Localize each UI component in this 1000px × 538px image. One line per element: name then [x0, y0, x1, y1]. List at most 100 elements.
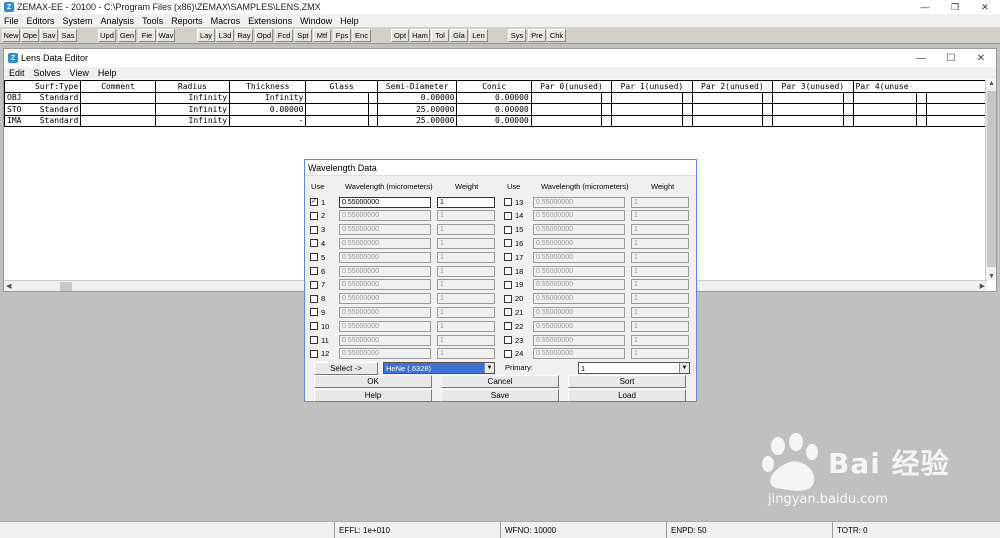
wavelength-input[interactable]: 0.55000000 [339, 196, 431, 208]
use-checkbox[interactable] [310, 308, 318, 317]
par-cell[interactable] [925, 91, 987, 104]
use-checkbox[interactable] [310, 253, 318, 262]
weight-input[interactable]: 1 [437, 334, 495, 346]
wavelength-input[interactable]: 0.55000000 [339, 334, 431, 346]
use-checkbox[interactable] [504, 253, 512, 262]
close-button[interactable]: ✕ [970, 0, 1000, 14]
par-cell[interactable] [691, 114, 764, 127]
weight-input[interactable]: 1 [631, 279, 689, 291]
minimize-button[interactable]: — [910, 0, 940, 14]
wavelength-input[interactable]: 0.55000000 [339, 320, 431, 332]
weight-input[interactable]: 1 [437, 279, 495, 291]
surf-type-cell[interactable]: IMA Standard [4, 114, 82, 127]
weight-input[interactable]: 1 [631, 224, 689, 236]
par-cell[interactable] [530, 91, 603, 104]
wavelength-input[interactable]: 0.55000000 [339, 306, 431, 318]
weight-input[interactable]: 1 [437, 348, 495, 360]
semi-diameter-cell[interactable]: 0.00000 [376, 91, 458, 104]
conic-cell[interactable]: 0.00000 [456, 91, 532, 104]
solve-cell[interactable] [916, 114, 927, 127]
wavelength-input[interactable]: 0.55000000 [533, 251, 625, 263]
thickness-cell[interactable]: 0.00000 [229, 103, 307, 116]
par-cell[interactable] [772, 114, 844, 127]
wavelength-input[interactable]: 0.55000000 [533, 279, 625, 291]
chevron-down-icon[interactable]: ▼ [484, 363, 494, 373]
wavelength-input[interactable]: 0.55000000 [339, 251, 431, 263]
wavelength-input[interactable]: 0.55000000 [339, 237, 431, 249]
toolbar-button-fps[interactable]: Fps [333, 29, 351, 42]
use-checkbox[interactable]: ✓ [310, 198, 318, 206]
scroll-right-icon[interactable]: ▶ [980, 282, 985, 290]
toolbar-button-check[interactable]: Chk [547, 29, 566, 42]
toolbar-button-update[interactable]: Upd [98, 29, 116, 42]
toolbar-button-ray-fan[interactable]: Ray [235, 29, 253, 42]
wavelength-input[interactable]: 0.55000000 [533, 237, 625, 249]
chevron-down-icon[interactable]: ▼ [679, 363, 689, 373]
weight-input[interactable]: 1 [437, 265, 495, 277]
use-checkbox[interactable] [504, 198, 512, 206]
table-row[interactable]: OBJ Standard Infinity Infinity 0.00000 0.… [4, 91, 987, 104]
menu-file[interactable]: File [4, 16, 19, 26]
use-checkbox[interactable] [504, 322, 512, 331]
weight-input[interactable]: 1 [437, 237, 495, 249]
thickness-cell[interactable]: Infinity [229, 91, 307, 104]
lde-maximize-button[interactable]: ☐ [936, 49, 966, 67]
toolbar-button-general[interactable]: Gen [118, 29, 136, 42]
conic-cell[interactable]: 0.00000 [456, 114, 532, 127]
conic-cell[interactable]: 0.00000 [456, 103, 532, 116]
use-checkbox[interactable] [310, 211, 318, 220]
weight-input[interactable]: 1 [631, 237, 689, 249]
solve-cell[interactable] [681, 103, 693, 116]
solve-cell[interactable] [916, 103, 927, 116]
par-cell[interactable] [611, 103, 683, 116]
toolbar-button-wavelength[interactable]: Wav [157, 29, 175, 42]
lde-minimize-button[interactable]: — [906, 49, 936, 67]
weight-input[interactable]: 1 [631, 293, 689, 305]
scroll-down-icon[interactable]: ▼ [988, 273, 995, 280]
surf-type-cell[interactable]: STO Standard [4, 103, 82, 116]
use-checkbox[interactable] [310, 280, 318, 289]
toolbar-button-open[interactable]: Ope [21, 29, 39, 42]
solve-cell[interactable] [842, 114, 854, 127]
weight-input[interactable]: 1 [631, 348, 689, 360]
wavelength-input[interactable]: 0.55000000 [339, 279, 431, 291]
par-cell[interactable] [611, 114, 683, 127]
par-cell[interactable] [530, 103, 603, 116]
weight-input[interactable]: 1 [631, 334, 689, 346]
weight-input[interactable]: 1 [631, 306, 689, 318]
lde-vertical-scrollbar[interactable]: ▲ ▼ [985, 80, 996, 280]
scroll-thumb[interactable] [60, 282, 72, 291]
toolbar-button-new[interactable]: New [2, 29, 20, 42]
solve-cell[interactable] [762, 103, 774, 116]
weight-input[interactable]: 1 [437, 306, 495, 318]
glass-cell[interactable] [305, 91, 369, 104]
weight-input[interactable]: 1 [631, 251, 689, 263]
toolbar-button-field[interactable]: Fie [138, 29, 156, 42]
weight-input[interactable]: 1 [437, 320, 495, 332]
weight-input[interactable]: 1 [437, 210, 495, 222]
use-checkbox[interactable] [504, 280, 512, 289]
scroll-left-icon[interactable]: ◀ [6, 282, 11, 290]
glass-cell[interactable] [305, 103, 369, 116]
lde-menu-edit[interactable]: Edit [9, 68, 25, 78]
ok-button[interactable]: OK [314, 375, 432, 388]
use-checkbox[interactable] [310, 239, 318, 248]
toolbar-button-sys[interactable]: Sys [508, 29, 526, 42]
use-checkbox[interactable] [310, 322, 318, 331]
par-cell[interactable] [852, 91, 918, 104]
glass-cell[interactable] [305, 114, 369, 127]
toolbar-button-save[interactable]: Sav [40, 29, 58, 42]
weight-input[interactable]: 1 [437, 251, 495, 263]
wavelength-input[interactable]: 0.55000000 [339, 348, 431, 360]
surf-type-cell[interactable]: OBJ Standard [4, 91, 82, 104]
solve-cell[interactable] [601, 103, 613, 116]
load-button[interactable]: Load [568, 389, 686, 402]
toolbar-button-save-as[interactable]: Sas [59, 29, 77, 42]
solve-cell[interactable] [916, 91, 927, 104]
select-preset-button[interactable]: Select -> [314, 362, 378, 375]
toolbar-button-enc[interactable]: Enc [352, 29, 371, 42]
table-row[interactable]: IMA Standard Infinity - 25.00000 0.00000 [4, 114, 987, 127]
wavelength-input[interactable]: 0.55000000 [533, 334, 625, 346]
comment-cell[interactable] [80, 114, 156, 127]
par-cell[interactable] [852, 114, 918, 127]
